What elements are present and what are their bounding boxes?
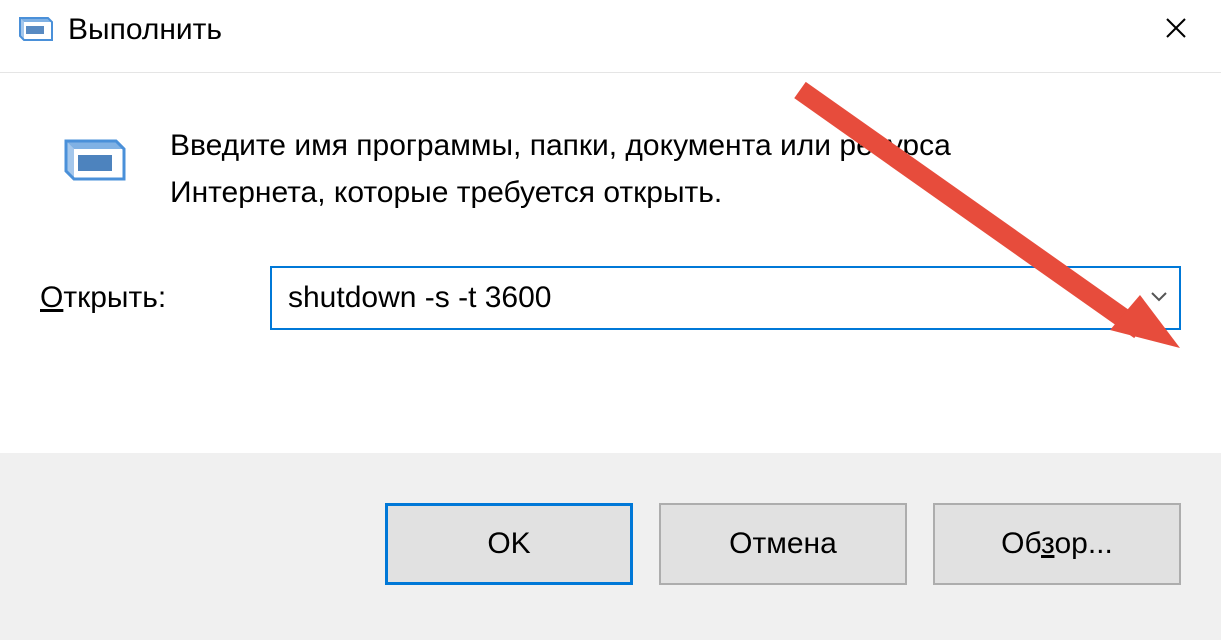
window-title: Выполнить <box>68 13 222 47</box>
run-dialog-icon <box>16 10 56 50</box>
chevron-down-icon <box>1150 289 1168 307</box>
description-row: Введите имя программы, папки, документа … <box>40 123 1181 216</box>
description-text: Введите имя программы, папки, документа … <box>170 123 990 216</box>
close-icon <box>1165 14 1187 45</box>
command-combobox[interactable] <box>270 266 1181 330</box>
open-label-accelerator: О <box>40 281 63 314</box>
titlebar: Выполнить <box>0 0 1221 73</box>
titlebar-left: Выполнить <box>16 10 222 50</box>
open-label-rest: ткрыть: <box>63 281 166 314</box>
close-button[interactable] <box>1151 8 1201 52</box>
input-row: Открыть: <box>40 266 1181 330</box>
ok-button[interactable]: OK <box>385 503 633 585</box>
open-label: Открыть: <box>40 281 240 315</box>
browse-button[interactable]: Обзор... <box>933 503 1181 585</box>
command-input[interactable] <box>272 268 1139 328</box>
content-area: Введите имя программы, папки, документа … <box>0 73 1221 380</box>
combobox-dropdown-button[interactable] <box>1139 268 1179 328</box>
run-dialog-large-icon <box>40 123 130 191</box>
cancel-button[interactable]: Отмена <box>659 503 907 585</box>
button-bar: OK Отмена Обзор... <box>0 453 1221 640</box>
